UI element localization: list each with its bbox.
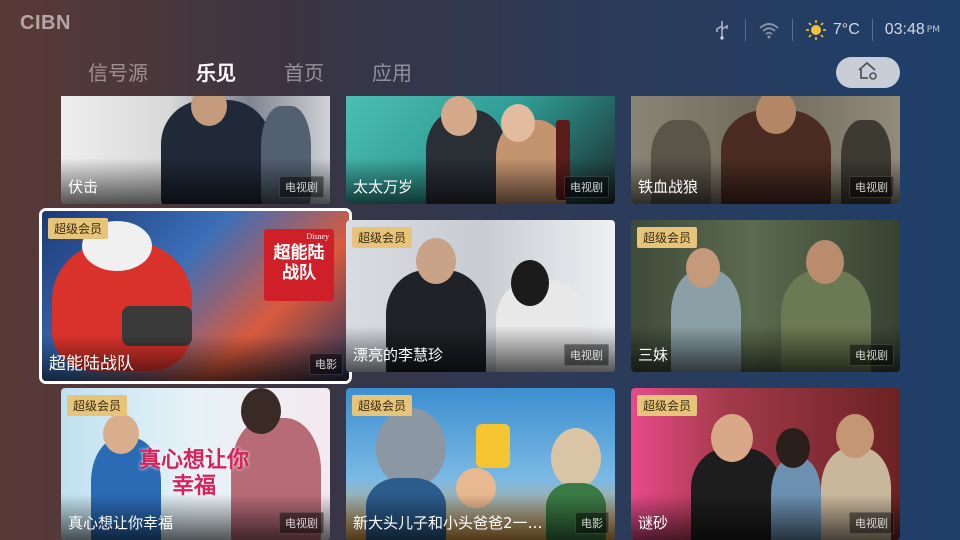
poster-title: 真心想让你幸福 [139,448,250,499]
card-title: 新大头儿子和小头爸爸2一日... [353,514,553,532]
category-tag: 电视剧 [849,512,894,534]
card-title: 真心想让你幸福 [68,514,174,532]
category-tag: 电视剧 [564,344,609,366]
temperature: 7°C [832,21,860,38]
clock: 03:48 [884,21,925,38]
usb-icon [711,19,733,41]
media-card[interactable]: 超级会员 新大头儿子和小头爸爸2一日... 电影 [346,388,615,540]
home-settings-button[interactable] [836,57,900,88]
vip-badge: 超级会员 [48,218,109,239]
tab-apps[interactable]: 应用 [372,58,412,88]
category-tag: 电视剧 [849,176,894,198]
tab-home[interactable]: 首页 [284,58,324,88]
category-tag: 电视剧 [279,512,324,534]
content-grid: 伏击 电视剧 太太万岁 电视剧 铁血战狼 电视剧 Disney 超能陆战队 超级… [0,96,960,540]
card-title: 三妹 [638,346,669,364]
status-bar: 7°C 03:48 PM [711,16,940,44]
wifi-icon [758,19,780,41]
media-card[interactable]: 超级会员 谜砂 电视剧 [631,388,900,540]
category-tag: 电影 [575,512,609,534]
main-nav: 信号源 乐见 首页 应用 [88,58,460,88]
cibn-logo: CIBN [20,12,71,34]
sun-icon [805,19,827,41]
clock-ampm: PM [926,25,940,35]
vip-badge: 超级会员 [637,395,698,416]
poster-title: 超能陆战队 [273,243,325,283]
media-card-focused[interactable]: Disney 超能陆战队 超级会员 超能陆战队 电影 [39,208,352,384]
card-title: 太太万岁 [353,178,414,196]
tab-lejian[interactable]: 乐见 [196,58,236,88]
card-title: 漂亮的李慧珍 [353,346,444,364]
category-tag: 电视剧 [849,344,894,366]
category-tag: 电影 [309,353,343,375]
media-card[interactable]: 伏击 电视剧 [61,96,330,204]
category-tag: 电视剧 [279,176,324,198]
vip-badge: 超级会员 [352,227,413,248]
divider [871,19,873,41]
poster-brand: Disney [306,232,329,241]
category-tag: 电视剧 [564,176,609,198]
vip-badge: 超级会员 [352,395,413,416]
top-bar: CIBN 7°C 03:48 PM [0,0,960,56]
vip-badge: 超级会员 [637,227,698,248]
divider [791,19,793,41]
card-title: 超能陆战队 [49,354,134,374]
media-card[interactable]: 太太万岁 电视剧 [346,96,615,204]
media-card[interactable]: 铁血战狼 电视剧 [631,96,900,204]
divider [744,19,746,41]
media-card[interactable]: 超级会员 漂亮的李慧珍 电视剧 [346,220,615,372]
card-title: 谜砂 [638,514,669,532]
vip-badge: 超级会员 [67,395,128,416]
home-settings-icon [857,61,879,85]
media-card[interactable]: 超级会员 三妹 电视剧 [631,220,900,372]
media-card[interactable]: 真心想让你幸福 超级会员 真心想让你幸福 电视剧 [61,388,330,540]
poster-logo: Disney 超能陆战队 [264,229,334,301]
card-title: 伏击 [68,178,99,196]
tab-source[interactable]: 信号源 [88,58,148,88]
card-title: 铁血战狼 [638,178,699,196]
